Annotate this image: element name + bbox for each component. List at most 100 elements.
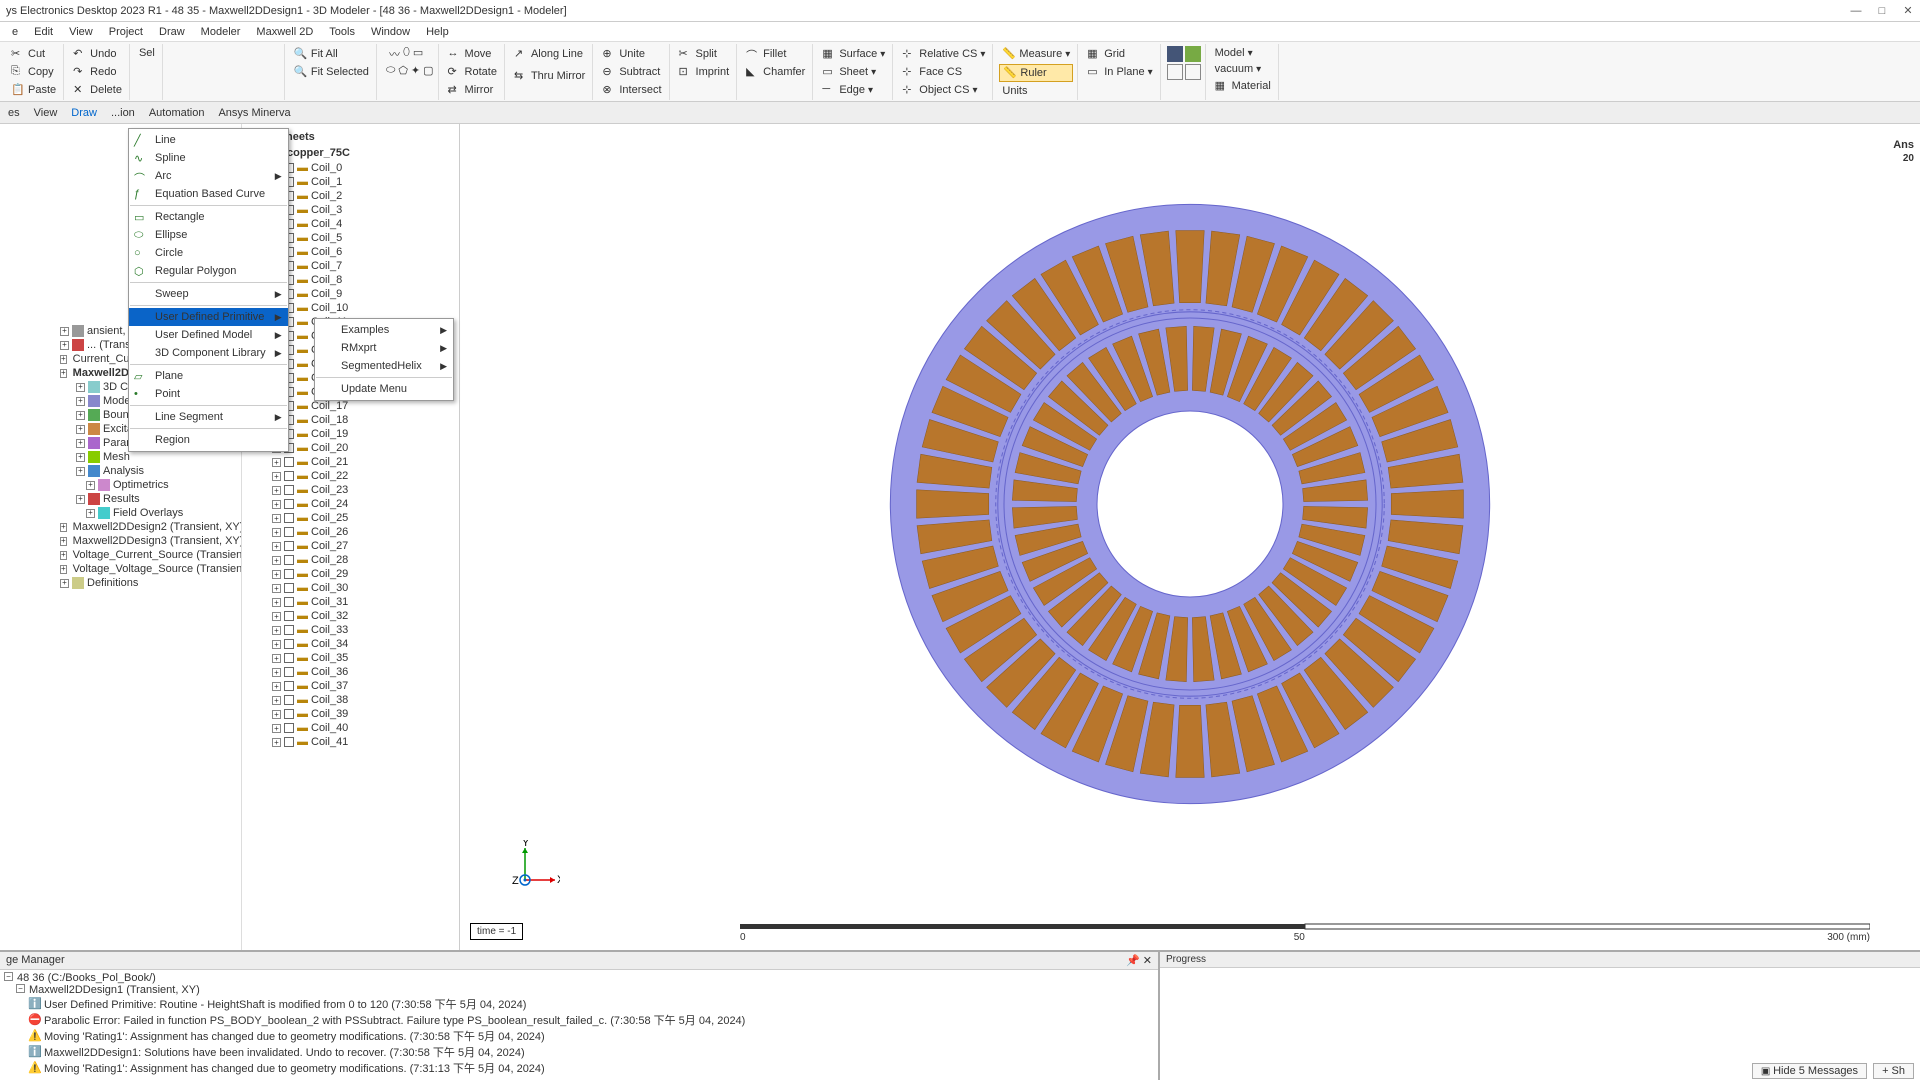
expand-icon[interactable]: + — [272, 626, 281, 635]
expand-icon[interactable]: + — [272, 668, 281, 677]
visibility-checkbox[interactable] — [284, 695, 294, 705]
tree-material[interactable]: copper_75C — [287, 147, 350, 159]
menu-draw[interactable]: Draw — [151, 24, 193, 40]
show-button[interactable]: + Sh — [1873, 1063, 1914, 1079]
ruler-button[interactable]: 📏Ruler — [999, 64, 1073, 82]
material-button[interactable]: ▦Material — [1212, 78, 1274, 94]
visibility-checkbox[interactable] — [284, 485, 294, 495]
shape-icon[interactable]: ▭ — [413, 46, 423, 62]
expand-icon[interactable]: + — [272, 500, 281, 509]
menu-view[interactable]: View — [61, 24, 101, 40]
menu-item-rmxprt[interactable]: RMxprt▶ — [315, 339, 453, 357]
expand-icon[interactable]: + — [76, 425, 85, 434]
expand-icon[interactable]: + — [272, 472, 281, 481]
expand-icon[interactable]: + — [86, 481, 95, 490]
shape-icon[interactable]: 〰 — [389, 46, 400, 62]
undo-button[interactable]: ↶Undo — [70, 46, 125, 62]
expand-icon[interactable]: + — [272, 458, 281, 467]
expand-icon[interactable]: + — [272, 486, 281, 495]
expand-icon[interactable]: + — [272, 710, 281, 719]
menu-item-circle[interactable]: ○Circle — [129, 244, 288, 262]
visibility-checkbox[interactable] — [284, 681, 294, 691]
pin-icon[interactable]: 📌 — [1126, 955, 1140, 967]
sheet-button[interactable]: ▭Sheet ▾ — [819, 64, 888, 80]
menu-modeler[interactable]: Modeler — [193, 24, 249, 40]
coil-item[interactable]: +▬Coil_22 — [242, 469, 459, 483]
menu-file[interactable]: e — [4, 24, 26, 40]
maximize-icon[interactable]: □ — [1876, 5, 1888, 17]
split-button[interactable]: ✂Split — [676, 46, 733, 62]
visibility-checkbox[interactable] — [284, 583, 294, 593]
visibility-checkbox[interactable] — [284, 569, 294, 579]
delete-button[interactable]: ✕Delete — [70, 82, 125, 98]
rotate-button[interactable]: ⟳Rotate — [445, 64, 500, 80]
shape-icon[interactable]: ✦ — [411, 64, 420, 77]
expand-icon[interactable]: + — [60, 565, 67, 574]
visibility-checkbox[interactable] — [284, 653, 294, 663]
visibility-checkbox[interactable] — [284, 709, 294, 719]
menu-item-user-defined-primitive[interactable]: User Defined Primitive▶ — [129, 308, 288, 326]
measure-button[interactable]: 📏Measure ▾ — [999, 46, 1073, 62]
move-button[interactable]: ↔Move — [445, 46, 500, 62]
visibility-checkbox[interactable] — [284, 611, 294, 621]
close-icon[interactable]: ✕ — [1902, 5, 1914, 17]
fillet-button[interactable]: ⌒Fillet — [743, 46, 808, 62]
menu-item-point[interactable]: •Point — [129, 385, 288, 403]
coil-item[interactable]: +▬Coil_41 — [242, 735, 459, 749]
alongline-button[interactable]: ↗Along Line — [511, 46, 588, 62]
mirror-button[interactable]: ⇄Mirror — [445, 82, 500, 98]
fitall-button[interactable]: 🔍Fit All — [291, 46, 372, 62]
minimize-icon[interactable]: — — [1850, 5, 1862, 17]
visibility-checkbox[interactable] — [284, 471, 294, 481]
visibility-checkbox[interactable] — [284, 597, 294, 607]
coil-item[interactable]: +▬Coil_25 — [242, 511, 459, 525]
expand-icon[interactable]: + — [76, 495, 85, 504]
menu-item-spline[interactable]: ∿Spline — [129, 149, 288, 167]
menu-item-segmentedhelix[interactable]: SegmentedHelix▶ — [315, 357, 453, 375]
expand-icon[interactable]: + — [60, 355, 67, 364]
menu-item-plane[interactable]: ▱Plane — [129, 367, 288, 385]
visibility-checkbox[interactable] — [284, 737, 294, 747]
coil-item[interactable]: +▬Coil_28 — [242, 553, 459, 567]
tab-automation[interactable]: Automation — [149, 107, 205, 119]
expand-icon[interactable]: + — [272, 514, 281, 523]
surface-button[interactable]: ▦Surface ▾ — [819, 46, 888, 62]
toggle-icon[interactable] — [1185, 46, 1201, 62]
hide-messages-button[interactable]: ▣ Hide 5 Messages — [1752, 1063, 1867, 1079]
grid-button[interactable]: ▦Grid — [1084, 46, 1155, 62]
expand-icon[interactable]: + — [272, 542, 281, 551]
toggle-icon[interactable] — [1167, 64, 1183, 80]
coil-item[interactable]: +▬Coil_27 — [242, 539, 459, 553]
tree-node[interactable]: +Definitions — [0, 576, 241, 590]
model-dropdown[interactable]: Model ▾ — [1212, 46, 1274, 60]
units-button[interactable]: Units — [999, 84, 1073, 98]
expand-icon[interactable]: + — [272, 654, 281, 663]
expand-icon[interactable]: + — [76, 453, 85, 462]
expand-icon[interactable]: + — [76, 383, 85, 392]
viewport[interactable]: Ans20 X Y Z time = -1 0 50 300 (mm) — [460, 124, 1920, 950]
fitsel-button[interactable]: 🔍Fit Selected — [291, 64, 372, 80]
coil-item[interactable]: +▬Coil_24 — [242, 497, 459, 511]
menu-project[interactable]: Project — [101, 24, 151, 40]
menu-help[interactable]: Help — [418, 24, 457, 40]
toggle-icon[interactable] — [1167, 46, 1183, 62]
menu-item-line[interactable]: ╱Line — [129, 131, 288, 149]
intersect-button[interactable]: ⊗Intersect — [599, 82, 664, 98]
edge-button[interactable]: ─Edge ▾ — [819, 82, 888, 98]
chamfer-button[interactable]: ◣Chamfer — [743, 64, 808, 80]
tab-ion[interactable]: ...ion — [111, 107, 135, 119]
unite-button[interactable]: ⊕Unite — [599, 46, 664, 62]
menu-item-update-menu[interactable]: Update Menu — [315, 380, 453, 398]
coil-item[interactable]: +▬Coil_29 — [242, 567, 459, 581]
menu-item-region[interactable]: Region — [129, 431, 288, 449]
expand-icon[interactable]: + — [272, 640, 281, 649]
expand-icon[interactable]: + — [76, 439, 85, 448]
menu-item-regular-polygon[interactable]: ⬡Regular Polygon — [129, 262, 288, 280]
menu-item-ellipse[interactable]: ⬭Ellipse — [129, 226, 288, 244]
menu-item-equation-based-curve[interactable]: ƒEquation Based Curve — [129, 185, 288, 203]
menu-item-sweep[interactable]: Sweep▶ — [129, 285, 288, 303]
expand-icon[interactable]: + — [272, 528, 281, 537]
inplane-button[interactable]: ▭In Plane ▾ — [1084, 64, 1155, 80]
tree-node[interactable]: +Optimetrics — [0, 478, 241, 492]
expand-icon[interactable]: + — [272, 696, 281, 705]
